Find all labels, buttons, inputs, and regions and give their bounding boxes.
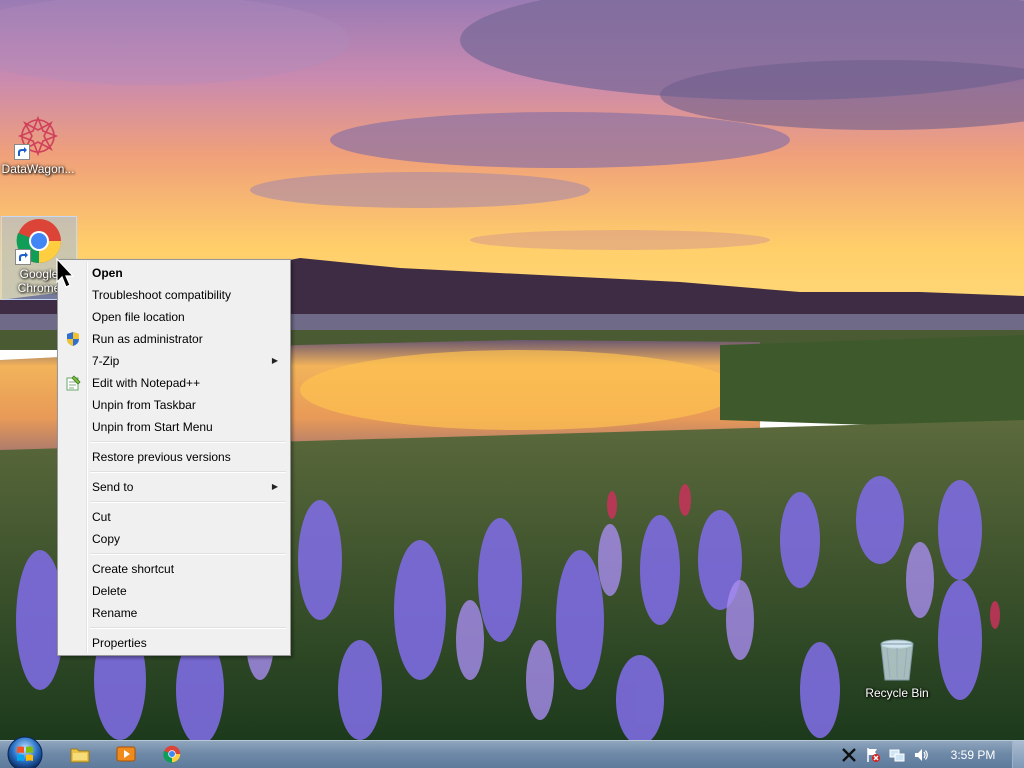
menu-item-rename[interactable]: Rename (60, 602, 288, 624)
mouse-cursor-icon (56, 257, 78, 290)
menu-item-send-to[interactable]: Send to ▶ (60, 476, 288, 498)
menu-item-label: 7-Zip (92, 354, 120, 368)
x-app-icon[interactable] (840, 746, 858, 764)
taskbar-file-explorer-button[interactable] (60, 742, 100, 768)
file-explorer-icon (70, 745, 90, 766)
menu-item-label: Properties (92, 636, 147, 650)
desktop-icon-label: Recycle Bin (865, 686, 929, 700)
action-center-flag-icon[interactable] (864, 746, 882, 764)
menu-item-troubleshoot-compatibility[interactable]: Troubleshoot compatibility (60, 284, 288, 306)
menu-item-label: Rename (92, 606, 138, 620)
menu-item-open[interactable]: Open (60, 262, 288, 284)
network-icon[interactable] (888, 746, 906, 764)
start-button[interactable] (6, 735, 44, 768)
menu-item-label: Edit with Notepad++ (92, 376, 201, 390)
menu-item-label: Cut (92, 510, 111, 524)
taskbar-media-player-button[interactable] (106, 742, 146, 768)
menu-item-delete[interactable]: Delete (60, 580, 288, 602)
desktop-icon-datawagon[interactable]: DataWagon... (0, 112, 76, 176)
context-menu: Open Troubleshoot compatibility Open fil… (57, 259, 291, 656)
volume-icon[interactable] (912, 746, 930, 764)
menu-separator (90, 550, 288, 558)
menu-item-cut[interactable]: Cut (60, 506, 288, 528)
menu-item-restore-previous-versions[interactable]: Restore previous versions (60, 446, 288, 468)
shortcut-arrow-icon (15, 249, 31, 265)
menu-item-label: Restore previous versions (92, 450, 231, 464)
menu-item-label: Copy (92, 532, 121, 546)
taskbar-chrome-button[interactable] (152, 742, 192, 768)
menu-item-open-file-location[interactable]: Open file location (60, 306, 288, 328)
menu-item-label: Unpin from Start Menu (92, 420, 213, 434)
menu-item-label: Run as administrator (92, 332, 203, 346)
menu-item-create-shortcut[interactable]: Create shortcut (60, 558, 288, 580)
menu-item-edit-with-notepadplusplus[interactable]: Edit with Notepad++ (60, 372, 288, 394)
menu-item-label: Open (92, 266, 123, 280)
menu-item-label: Delete (92, 584, 127, 598)
recycle-bin-icon (873, 636, 921, 684)
menu-item-label: Open file location (92, 310, 185, 324)
desktop-icon-recycle-bin[interactable]: Recycle Bin (858, 636, 936, 700)
show-desktop-button[interactable] (1012, 741, 1024, 768)
taskbar-clock[interactable]: 3:59 PM (938, 741, 1008, 768)
menu-separator (90, 438, 288, 446)
menu-item-7zip[interactable]: 7-Zip ▶ (60, 350, 288, 372)
menu-item-label: Create shortcut (92, 562, 175, 576)
menu-item-label: Send to (92, 480, 134, 494)
menu-item-copy[interactable]: Copy (60, 528, 288, 550)
menu-separator (90, 468, 288, 476)
shortcut-arrow-icon (14, 144, 30, 160)
menu-item-unpin-from-start-menu[interactable]: Unpin from Start Menu (60, 416, 288, 438)
datawagon-icon (14, 112, 62, 160)
media-player-icon (116, 745, 136, 766)
menu-separator (90, 498, 288, 506)
menu-item-label: Troubleshoot compatibility (92, 288, 231, 302)
submenu-arrow-icon: ▶ (271, 356, 278, 365)
submenu-arrow-icon: ▶ (271, 482, 278, 491)
menu-separator (90, 624, 288, 632)
menu-item-properties[interactable]: Properties (60, 632, 288, 654)
notepadplusplus-icon (65, 375, 81, 391)
taskbar: 3:59 PM (0, 736, 1024, 768)
uac-shield-icon (65, 331, 81, 347)
desktop-icon-label: DataWagon... (1, 162, 75, 176)
menu-item-label: Unpin from Taskbar (92, 398, 196, 412)
menu-item-run-as-administrator[interactable]: Run as administrator (60, 328, 288, 350)
menu-item-unpin-from-taskbar[interactable]: Unpin from Taskbar (60, 394, 288, 416)
chrome-icon (163, 745, 181, 766)
